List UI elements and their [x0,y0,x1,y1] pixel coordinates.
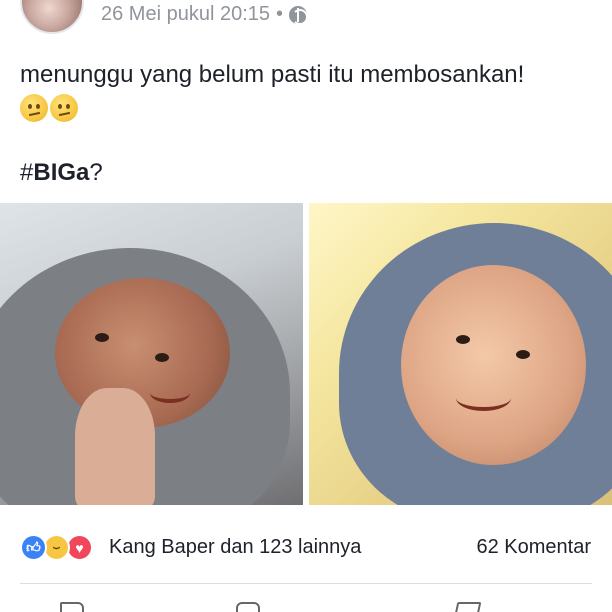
hashtag-line: #BIGa? [20,158,103,188]
haha-reaction-icon: ⌣ [43,534,70,561]
comment-button[interactable] [236,602,260,612]
like-reaction-icon: 👍︎ [20,534,47,561]
post-header: 26 Mei pukul 20:15 • [0,0,612,36]
photo-2[interactable] [309,203,612,505]
share-icon [452,602,482,612]
share-button[interactable] [452,602,482,612]
post-text: menunggu yang belum pasti itu membosanka… [20,61,525,88]
reaction-summary[interactable]: Kang Baper dan 123 lainnya [109,536,361,559]
confused-face-icon [50,94,78,122]
hashtag-prefix: # [20,159,34,186]
reactions-bar: 👍︎ ⌣ ♥︎ Kang Baper dan 123 lainnya 62 Ko… [0,530,612,566]
post-meta: 26 Mei pukul 20:15 • [101,3,309,26]
photo-2-eye-left [456,335,470,344]
action-bar [0,596,612,612]
comment-count[interactable]: 62 Komentar [476,536,591,559]
photo-2-eye-right [516,350,530,359]
hashtag-suffix: ? [89,159,103,186]
confused-face-icon [20,94,48,122]
divider [20,583,592,584]
post-timestamp[interactable]: 26 Mei pukul 20:15 [101,3,270,26]
photo-1-hand [75,388,155,505]
post-emojis [20,94,78,122]
photo-1-smile [150,383,190,403]
hashtag-link[interactable]: BIGa [33,159,89,186]
meta-separator: • [276,3,284,25]
photo-1-eye-left [95,333,109,342]
like-button[interactable] [60,602,84,612]
comment-icon [236,602,260,612]
love-reaction-icon: ♥︎ [66,534,93,561]
avatar[interactable] [20,0,84,34]
photo-grid [0,203,612,505]
thumbs-up-icon [60,602,84,612]
photo-2-smile [456,385,511,411]
reaction-icons[interactable]: 👍︎ ⌣ ♥︎ [20,534,93,561]
photo-1-eye-right [155,353,169,362]
photo-2-face [401,265,586,465]
globe-icon [289,5,309,25]
photo-1[interactable] [0,203,303,505]
